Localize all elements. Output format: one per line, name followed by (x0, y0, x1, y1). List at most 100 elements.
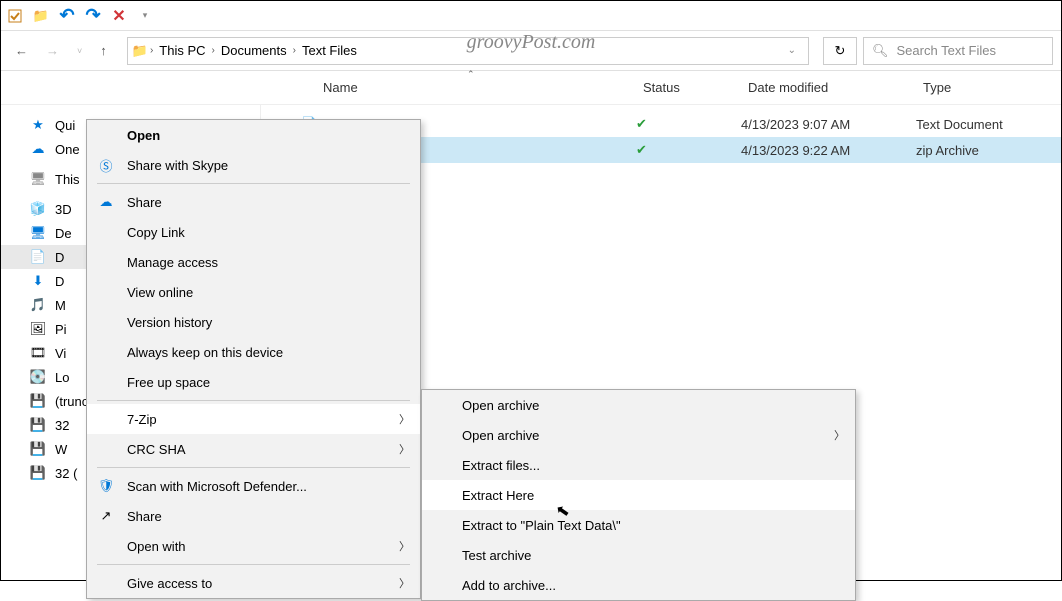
doc-icon: 📄 (29, 248, 47, 266)
menu-item-label: CRC SHA (127, 442, 186, 457)
menu-item[interactable]: ⓈShare with Skype (87, 150, 420, 180)
menu-item-label: Share (127, 195, 162, 210)
address-bar[interactable]: 📁 › This PC › Documents › Text Files ⌄ (127, 37, 809, 65)
menu-item[interactable]: Extract Here (422, 480, 855, 510)
drive-icon: 💾 (29, 440, 47, 458)
menu-item[interactable]: Version history (87, 307, 420, 337)
picture-icon: 🖼 (29, 320, 47, 338)
dropdown-icon[interactable]: ▾ (135, 6, 155, 26)
menu-item-label: View online (127, 285, 193, 300)
menu-item-label: Version history (127, 315, 212, 330)
desktop-icon: 🖥 (29, 224, 47, 242)
menu-item[interactable]: Give access to〉 (87, 568, 420, 598)
menu-separator (97, 564, 410, 565)
menu-separator (97, 183, 410, 184)
video-icon: 🎞 (29, 344, 47, 362)
menu-item[interactable]: Extract to "Plain Text Data\" (422, 510, 855, 540)
menu-item-label: Share (127, 509, 162, 524)
menu-item[interactable]: Always keep on this device (87, 337, 420, 367)
search-placeholder: Search Text Files (897, 43, 996, 58)
sidebar-item-label: Vi (55, 346, 66, 361)
sidebar-item-label: M (55, 298, 66, 313)
menu-item[interactable]: Manage access (87, 247, 420, 277)
menu-item[interactable]: CRC SHA 〉 (87, 434, 420, 464)
menu-item[interactable]: 🛡Scan with Microsoft Defender... (87, 471, 420, 501)
music-icon: 🎵 (29, 296, 47, 314)
menu-item-label: Extract files... (462, 458, 540, 473)
refresh-button[interactable]: ↻ (823, 37, 857, 65)
menu-item[interactable]: ↗ Share (87, 501, 420, 531)
search-icon: 🔍︎ (872, 43, 889, 59)
sidebar-item-label: Pi (55, 322, 67, 337)
menu-item[interactable]: Extract files... (422, 450, 855, 480)
sidebar-item-label: D (55, 250, 64, 265)
checkbox-icon[interactable] (5, 6, 25, 26)
column-date[interactable]: Date modified (741, 71, 911, 104)
redo-icon[interactable]: ↷ (83, 6, 103, 26)
chevron-right-icon[interactable]: › (212, 45, 215, 56)
folder-icon: 📁 (132, 43, 148, 59)
breadcrumb-documents[interactable]: Documents (217, 43, 291, 58)
file-type: Text Document (916, 117, 1003, 132)
chevron-right-icon: 〉 (399, 575, 410, 591)
up-button[interactable]: ↑ (100, 43, 107, 58)
menu-item[interactable]: View online (87, 277, 420, 307)
navigation-bar: ← → ˅ ↑ 📁 › This PC › Documents › Text F… (1, 31, 1061, 71)
share-icon: ↗ (97, 508, 115, 524)
forward-button: → (46, 43, 59, 58)
sidebar-item-label: 32 ( (55, 466, 77, 481)
history-dropdown-icon[interactable]: ˅ (77, 46, 82, 56)
quick-access-toolbar: 📁 ↶ ↷ ✕ ▾ (1, 1, 1061, 31)
menu-item-label: 7-Zip (127, 412, 157, 427)
search-box[interactable]: 🔍︎ Search Text Files (863, 37, 1053, 65)
breadcrumb-textfiles[interactable]: Text Files (298, 43, 361, 58)
menu-item[interactable]: Add to archive... (422, 570, 855, 600)
menu-item-label: Test archive (462, 548, 531, 563)
undo-icon[interactable]: ↶ (57, 6, 77, 26)
chevron-right-icon: 〉 (399, 538, 410, 554)
menu-item-label: Extract to "Plain Text Data\" (462, 518, 621, 533)
sidebar-item-label: This (55, 172, 80, 187)
menu-item[interactable]: Open with〉 (87, 531, 420, 561)
disk-icon: 💽 (29, 368, 47, 386)
chevron-right-icon[interactable]: › (293, 45, 296, 56)
chevron-right-icon: 〉 (399, 411, 410, 427)
download-icon: ⬇ (29, 272, 47, 290)
cube-icon: 🧊 (29, 200, 47, 218)
back-button[interactable]: ← (15, 43, 28, 58)
chevron-right-icon: 〉 (399, 441, 410, 457)
file-date: 4/13/2023 9:22 AM (741, 143, 850, 158)
folder-icon[interactable]: 📁 (31, 6, 51, 26)
breadcrumb-thispc[interactable]: This PC (155, 43, 209, 58)
chevron-right-icon[interactable]: › (150, 45, 153, 56)
skype-icon: Ⓢ (97, 156, 115, 175)
drive-icon: 💾 (29, 392, 47, 410)
menu-item-label: Always keep on this device (127, 345, 283, 360)
context-menu: Open ⓈShare with Skype ☁ShareCopy Link Mana… (86, 119, 421, 599)
menu-item[interactable]: 7-Zip 〉 (87, 404, 420, 434)
delete-icon[interactable]: ✕ (109, 6, 129, 26)
menu-item-label: Manage access (127, 255, 218, 270)
file-type: zip Archive (916, 143, 979, 158)
sidebar-item-label: 32 (55, 418, 69, 433)
context-submenu-7zip: Open archiveOpen archive〉 Extract files..… (421, 389, 856, 601)
sidebar-item-label: Qui (55, 118, 75, 133)
menu-item-label: Open (127, 128, 160, 143)
sidebar-item-label: 3D (55, 202, 72, 217)
sync-status-icon: ✔ (636, 142, 647, 158)
menu-separator (97, 467, 410, 468)
menu-item[interactable]: Copy Link (87, 217, 420, 247)
menu-item[interactable]: Open archive (422, 390, 855, 420)
menu-item[interactable]: Open (87, 120, 420, 150)
menu-item[interactable]: ☁Share (87, 187, 420, 217)
chevron-right-icon: 〉 (834, 427, 845, 443)
menu-item[interactable]: Open archive〉 (422, 420, 855, 450)
menu-item[interactable]: Free up space (87, 367, 420, 397)
column-status[interactable]: Status (636, 71, 736, 104)
sidebar-item-label: D (55, 274, 64, 289)
menu-item[interactable]: Test archive (422, 540, 855, 570)
cloud-icon: ☁ (29, 140, 47, 158)
sidebar-item-label: W (55, 442, 67, 457)
address-dropdown-icon[interactable]: ⌄ (780, 45, 804, 56)
column-type[interactable]: Type (916, 71, 1056, 104)
